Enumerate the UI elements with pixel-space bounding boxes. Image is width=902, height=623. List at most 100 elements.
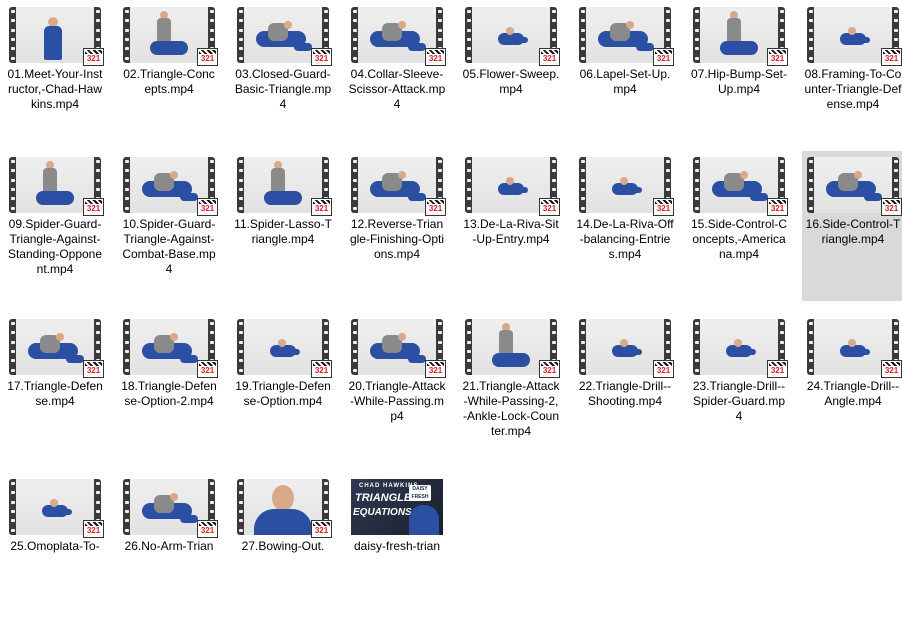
file-item[interactable]: 321 05.Flower-Sweep.mp4 — [460, 1, 562, 151]
video-thumbnail: 321 — [123, 7, 218, 66]
player-badge-text: 321 — [542, 204, 557, 213]
file-name: 03.Closed-Guard-Basic-Triangle.mp4 — [234, 67, 332, 111]
person-head — [620, 177, 628, 185]
video-thumbnail: 321 — [237, 157, 332, 216]
player-badge-text: 321 — [200, 526, 215, 535]
person-body — [36, 191, 74, 205]
video-thumbnail: 321 — [579, 157, 674, 216]
file-item[interactable]: 321 24.Triangle-Drill--Angle.mp4 — [802, 313, 902, 463]
video-thumbnail: 321 — [807, 319, 902, 378]
file-item[interactable]: 321 08.Framing-To-Counter-Triangle-Defens… — [802, 1, 902, 151]
file-name: 20.Triangle-Attack-While-Passing.mp4 — [348, 379, 446, 423]
file-item[interactable]: 321 09.Spider-Guard-Triangle-Against-Stan… — [4, 151, 106, 301]
video-thumbnail: 321 — [807, 157, 902, 216]
person-body — [408, 355, 426, 363]
video-thumbnail: 321 — [237, 479, 332, 538]
file-name: 18.Triangle-Defense-Option-2.mp4 — [121, 379, 217, 408]
player-badge-text: 321 — [428, 204, 443, 213]
person-body — [60, 509, 72, 515]
person-body — [288, 349, 300, 355]
player-badge-text: 321 — [428, 54, 443, 63]
file-name: 07.Hip-Bump-Set-Up.mp4 — [690, 67, 788, 96]
person-head — [506, 177, 514, 185]
player-badge-text: 321 — [656, 54, 671, 63]
file-name: 19.Triangle-Defense-Option.mp4 — [235, 379, 331, 408]
file-item[interactable]: 321 12.Reverse-Triangle-Finishing-Options… — [346, 151, 448, 301]
file-item[interactable]: 321 03.Closed-Guard-Basic-Triangle.mp4 — [232, 1, 334, 151]
video-thumbnail: 321 — [693, 7, 788, 66]
player-badge-text: 321 — [314, 204, 329, 213]
player-badge-text: 321 — [86, 526, 101, 535]
player-badge-text: 321 — [200, 54, 215, 63]
file-name: 13.De-La-Riva-Sit-Up-Entry.mp4 — [463, 217, 559, 246]
video-thumbnail: 321 — [9, 319, 104, 378]
file-name: 01.Meet-Your-Instructor,-Chad-Hawkins.mp… — [7, 67, 103, 111]
file-item[interactable]: 321 27.Bowing-Out. — [232, 473, 334, 623]
video-thumbnail: 321 — [351, 157, 446, 216]
file-item[interactable]: 321 14.De-La-Riva-Off-balancing-Entries.m… — [574, 151, 676, 301]
media-player-classic-icon: 321 — [83, 198, 104, 216]
video-thumbnail: 321 — [807, 7, 902, 66]
person-head — [284, 21, 292, 29]
video-thumbnail: 321 — [579, 7, 674, 66]
video-thumbnail: 321 — [237, 7, 332, 66]
person-body — [516, 37, 528, 43]
media-player-classic-icon: 321 — [425, 198, 446, 216]
file-item[interactable]: 321 26.No-Arm-Trian — [118, 473, 220, 623]
media-player-classic-icon: 321 — [881, 360, 902, 378]
video-thumbnail: 321 — [693, 319, 788, 378]
media-player-classic-icon: 321 — [653, 198, 674, 216]
file-item[interactable]: 321 01.Meet-Your-Instructor,-Chad-Hawkins… — [4, 1, 106, 151]
person-head — [398, 333, 406, 341]
file-item[interactable]: 321 22.Triangle-Drill--Shooting.mp4 — [574, 313, 676, 463]
file-item[interactable]: 321 13.De-La-Riva-Sit-Up-Entry.mp4 — [460, 151, 562, 301]
media-player-classic-icon: 321 — [311, 48, 332, 66]
video-thumbnail: 321 — [579, 319, 674, 378]
file-item[interactable]: 321 20.Triangle-Attack-While-Passing.mp4 — [346, 313, 448, 463]
media-player-classic-icon: 321 — [425, 48, 446, 66]
poster-title: TRIANGLE — [355, 492, 412, 504]
file-item[interactable]: 321 02.Triangle-Concepts.mp4 — [118, 1, 220, 151]
video-thumbnail: 321 — [123, 157, 218, 216]
file-item[interactable]: 321 07.Hip-Bump-Set-Up.mp4 — [688, 1, 790, 151]
file-item[interactable]: 321 10.Spider-Guard-Triangle-Against-Comb… — [118, 151, 220, 301]
media-player-classic-icon: 321 — [197, 48, 218, 66]
media-player-classic-icon: 321 — [425, 360, 446, 378]
file-name: 15.Side-Control-Concepts,-Americana.mp4 — [690, 217, 788, 261]
person-head — [848, 339, 856, 347]
file-item[interactable]: 321 18.Triangle-Defense-Option-2.mp4 — [118, 313, 220, 463]
person-head — [854, 171, 862, 179]
video-thumbnail: 321 — [9, 157, 104, 216]
person-body — [864, 193, 882, 201]
media-player-classic-icon: 321 — [83, 360, 104, 378]
file-item[interactable]: 321 23.Triangle-Drill--Spider-Guard.mp4 — [688, 313, 790, 463]
video-thumbnail: 321 — [465, 7, 560, 66]
file-name: 16.Side-Control-Triangle.mp4 — [805, 217, 901, 246]
person-head — [848, 27, 856, 35]
file-item[interactable]: 321 15.Side-Control-Concepts,-Americana.m… — [688, 151, 790, 301]
person-head — [734, 339, 742, 347]
player-badge-text: 321 — [314, 526, 329, 535]
file-item[interactable]: 321 19.Triangle-Defense-Option.mp4 — [232, 313, 334, 463]
person-body — [858, 349, 870, 355]
file-name: 02.Triangle-Concepts.mp4 — [123, 67, 215, 96]
player-badge-text: 321 — [200, 366, 215, 375]
file-item[interactable]: 321 06.Lapel-Set-Up.mp4 — [574, 1, 676, 151]
player-badge-text: 321 — [86, 204, 101, 213]
file-name: 05.Flower-Sweep.mp4 — [462, 67, 560, 96]
person-head — [50, 499, 58, 507]
file-item[interactable]: 321 11.Spider-Lasso-Triangle.mp4 — [232, 151, 334, 301]
person-body — [294, 43, 312, 51]
person-body — [720, 41, 758, 55]
video-thumbnail: 321 — [123, 319, 218, 378]
file-item[interactable]: 321 25.Omoplata-To- — [4, 473, 106, 623]
player-badge-text: 321 — [656, 204, 671, 213]
file-item[interactable]: 321 16.Side-Control-Triangle.mp4 — [802, 151, 902, 301]
media-player-classic-icon: 321 — [767, 198, 788, 216]
file-item[interactable]: 321 04.Collar-Sleeve-Scissor-Attack.mp4 — [346, 1, 448, 151]
file-item[interactable]: 321 21.Triangle-Attack-While-Passing-2,-A… — [460, 313, 562, 463]
person-body — [744, 349, 756, 355]
file-item[interactable]: CHAD HAWKINS TRIANGLE EQUATIONS DAISY FRESH… — [346, 473, 448, 623]
file-name: 11.Spider-Lasso-Triangle.mp4 — [234, 217, 332, 246]
file-item[interactable]: 321 17.Triangle-Defense.mp4 — [4, 313, 106, 463]
